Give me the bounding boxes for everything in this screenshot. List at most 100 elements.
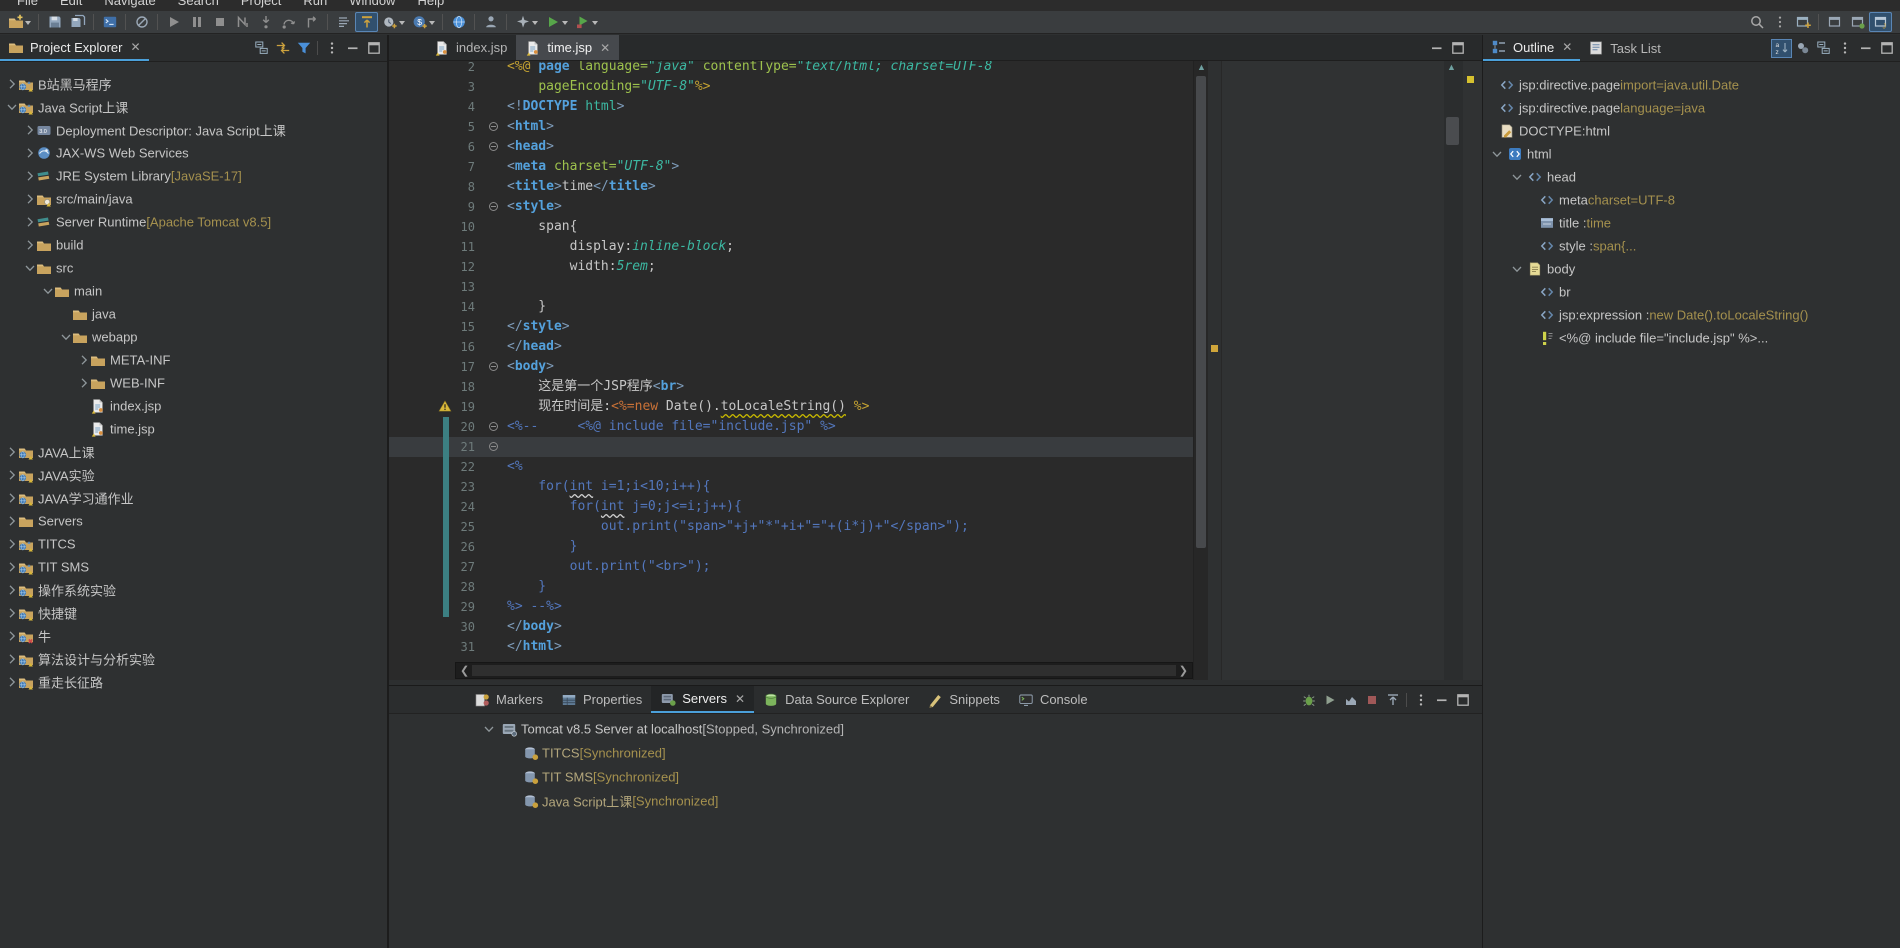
menu-navigate[interactable]: Navigate xyxy=(93,0,166,11)
explorer-item[interactable]: 快捷键 xyxy=(0,601,387,624)
bottom-tab-markers[interactable]: Markers xyxy=(465,686,552,713)
code-line[interactable]: 3 pageEncoding="UTF-8"%> xyxy=(389,77,1193,97)
tab-project-explorer[interactable]: Project Explorer✕ xyxy=(0,35,149,61)
bottom-tab-data-source-explorer[interactable]: Data Source Explorer xyxy=(754,686,918,713)
secondary-vertical-scrollbar[interactable]: ▲ xyxy=(1444,61,1463,680)
view-menu-button[interactable] xyxy=(321,39,342,58)
fold-marker-icon[interactable] xyxy=(489,362,498,371)
code-line[interactable]: 11 display:inline-block; xyxy=(389,237,1193,257)
save-button[interactable] xyxy=(43,12,66,32)
minimize-button[interactable] xyxy=(1431,690,1452,709)
editor-horizontal-scrollbar[interactable]: ❮ ❯ xyxy=(455,662,1193,679)
profile-server-button[interactable] xyxy=(1340,690,1361,709)
explorer-item[interactable]: 重走长征路 xyxy=(0,670,387,693)
menu-search[interactable]: Search xyxy=(167,0,230,11)
explorer-item[interactable]: WEB-INF xyxy=(0,371,387,394)
vertical-scroll-thumb[interactable] xyxy=(1446,117,1459,145)
outline-item[interactable]: DOCTYPE:html xyxy=(1483,119,1900,142)
open-perspective-button[interactable] xyxy=(1791,12,1814,32)
outline-item[interactable]: html xyxy=(1483,142,1900,165)
close-icon[interactable]: ✕ xyxy=(600,41,610,55)
code-line[interactable]: 18 这是第一个JSP程序<br> xyxy=(389,377,1193,397)
view-menu-button[interactable] xyxy=(1410,690,1431,709)
menu-help[interactable]: Help xyxy=(406,0,455,11)
explorer-item[interactable]: 算法设计与分析实验 xyxy=(0,647,387,670)
vertical-scroll-thumb[interactable] xyxy=(1196,76,1206,548)
explorer-item[interactable]: index.jsp xyxy=(0,394,387,417)
perspective-javaee-button[interactable]: J xyxy=(1869,12,1892,32)
link-editor-button[interactable] xyxy=(272,39,293,58)
new-task-button[interactable] xyxy=(378,12,401,32)
step-into-button[interactable] xyxy=(254,12,277,32)
code-line[interactable]: 14 } xyxy=(389,297,1193,317)
dropdown-caret-icon[interactable] xyxy=(429,21,435,25)
editor-vertical-scrollbar[interactable]: ▲ xyxy=(1193,61,1208,680)
view-menu-button[interactable] xyxy=(1834,39,1855,58)
scroll-up-icon[interactable]: ▲ xyxy=(1197,62,1206,72)
fold-marker-icon[interactable] xyxy=(489,422,498,431)
code-line[interactable]: 9<style> xyxy=(389,197,1193,217)
explorer-item[interactable]: B站黑马程序 xyxy=(0,72,387,95)
scroll-left-icon[interactable]: ❮ xyxy=(460,664,469,677)
explorer-item[interactable]: webapp xyxy=(0,325,387,348)
warning-marker[interactable] xyxy=(1211,345,1218,352)
code-line[interactable]: 28 } xyxy=(389,577,1193,597)
perspective-debug-button[interactable] xyxy=(1846,12,1869,32)
new-wizard-button[interactable] xyxy=(4,12,27,32)
run-button[interactable] xyxy=(541,12,564,32)
menu-file[interactable]: File xyxy=(6,0,49,11)
maximize-button[interactable] xyxy=(1447,38,1468,57)
dropdown-caret-icon[interactable] xyxy=(399,21,405,25)
menu-project[interactable]: Project xyxy=(230,0,292,11)
explorer-item[interactable]: src/main/java xyxy=(0,187,387,210)
resume-button[interactable] xyxy=(162,12,185,32)
maximize-button[interactable] xyxy=(1876,39,1897,58)
minimize-button[interactable] xyxy=(342,39,363,58)
code-line[interactable]: 26 } xyxy=(389,537,1193,557)
explorer-item[interactable]: TIT SMS xyxy=(0,555,387,578)
coverage-button[interactable]: $ xyxy=(408,12,431,32)
outline-item[interactable]: jsp:directive.page import=java.util.Date xyxy=(1483,73,1900,96)
dropdown-caret-icon[interactable] xyxy=(592,21,598,25)
web-browser-button[interactable] xyxy=(447,12,470,32)
code-line[interactable]: 19 现在时间是:<%=new Date().toLocaleString() … xyxy=(389,397,1193,417)
close-icon[interactable]: ✕ xyxy=(130,40,140,54)
explorer-item[interactable]: 操作系统实验 xyxy=(0,578,387,601)
mark-occurrences-button[interactable] xyxy=(355,12,378,32)
outline-item[interactable]: jsp:expression : new Date().toLocaleStri… xyxy=(1483,303,1900,326)
show-source-button[interactable] xyxy=(332,12,355,32)
filter-button[interactable] xyxy=(293,39,314,58)
skip-breakpoints-button[interactable] xyxy=(130,12,153,32)
disconnect-button[interactable] xyxy=(231,12,254,32)
terminate-button[interactable] xyxy=(208,12,231,32)
minimize-button[interactable] xyxy=(1855,39,1876,58)
save-all-button[interactable] xyxy=(66,12,89,32)
explorer-item[interactable]: JAVA实验 xyxy=(0,463,387,486)
step-return-button[interactable] xyxy=(300,12,323,32)
explorer-item[interactable]: Java Script上课 xyxy=(0,95,387,118)
user-button[interactable] xyxy=(479,12,502,32)
collapse-all-button[interactable] xyxy=(1813,39,1834,58)
explorer-item[interactable]: JRE System Library [JavaSE-17] xyxy=(0,164,387,187)
code-line[interactable]: 24 for(int j=0;j<=i;j++){ xyxy=(389,497,1193,517)
bottom-tab-properties[interactable]: Properties xyxy=(552,686,651,713)
explorer-item[interactable]: 3.0Deployment Descriptor: Java Script上课 xyxy=(0,118,387,141)
chev-open-icon[interactable] xyxy=(1489,146,1505,162)
maximize-button[interactable] xyxy=(1452,690,1473,709)
chev-open-icon[interactable] xyxy=(1509,169,1525,185)
explorer-item[interactable]: main xyxy=(0,279,387,302)
outline-item[interactable]: br xyxy=(1483,280,1900,303)
suspend-button[interactable] xyxy=(185,12,208,32)
editor-tab-time.jsp[interactable]: time.jsp✕ xyxy=(516,35,619,60)
code-line[interactable]: 5<html> xyxy=(389,117,1193,137)
server-item[interactable]: Tomcat v8.5 Server at localhost [Stopped… xyxy=(389,717,1482,741)
fold-marker-icon[interactable] xyxy=(489,442,498,451)
scroll-right-icon[interactable]: ❯ xyxy=(1179,664,1188,677)
code-line[interactable]: 10 span{ xyxy=(389,217,1193,237)
explorer-item[interactable]: JAX-WS Web Services xyxy=(0,141,387,164)
server-item[interactable]: TIT SMS [Synchronized] xyxy=(389,765,1482,789)
explorer-item[interactable]: JAVA学习通作业 xyxy=(0,486,387,509)
explorer-item[interactable]: 牛 xyxy=(0,624,387,647)
fold-marker-icon[interactable] xyxy=(489,202,498,211)
horizontal-scroll-thumb[interactable] xyxy=(472,665,1176,676)
